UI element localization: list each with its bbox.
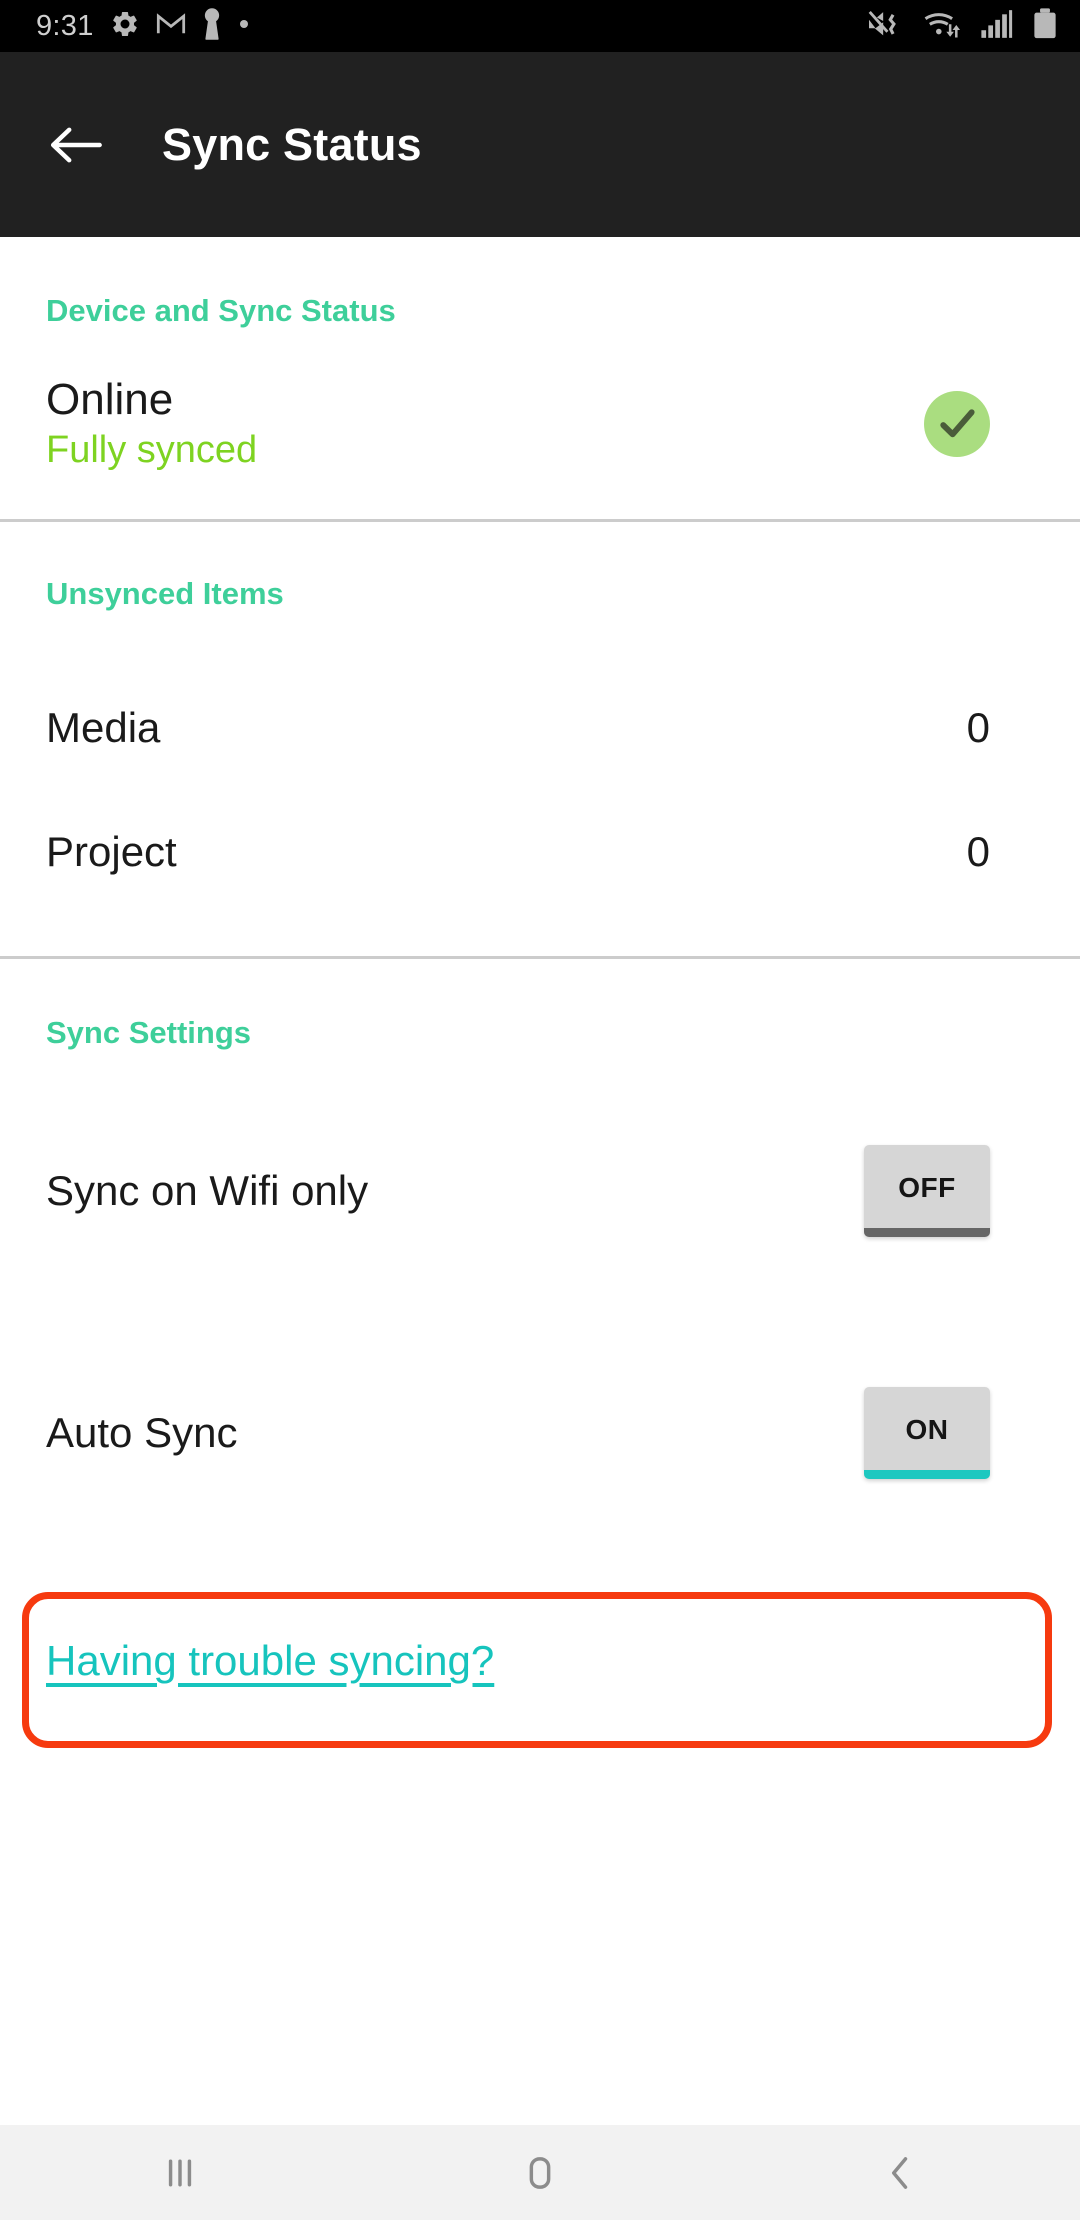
toggle-state-bar-on bbox=[864, 1470, 990, 1479]
sync-on-wifi-only-toggle[interactable]: OFF bbox=[864, 1145, 990, 1237]
unsynced-project-label: Project bbox=[46, 828, 177, 876]
toggle-state-bar-off bbox=[864, 1228, 990, 1237]
wifi-transfer-icon bbox=[922, 7, 964, 46]
dot-icon bbox=[238, 17, 250, 35]
row-unsynced-media[interactable]: Media 0 bbox=[0, 666, 1080, 790]
sync-on-wifi-only-toggle-label: OFF bbox=[898, 1172, 956, 1204]
back-arrow-icon[interactable] bbox=[44, 113, 108, 177]
keyhole-icon bbox=[202, 8, 222, 45]
gmail-icon bbox=[156, 11, 186, 42]
battery-icon bbox=[1032, 7, 1058, 46]
row-sync-on-wifi-only[interactable]: Sync on Wifi only OFF bbox=[0, 1119, 1080, 1263]
status-bar: 9:31 bbox=[0, 0, 1080, 52]
unsynced-media-label: Media bbox=[46, 704, 160, 752]
home-icon[interactable] bbox=[465, 2125, 615, 2220]
having-trouble-syncing-link[interactable]: Having trouble syncing? bbox=[46, 1637, 494, 1685]
row-auto-sync[interactable]: Auto Sync ON bbox=[0, 1361, 1080, 1505]
settings-gear-icon bbox=[110, 9, 140, 44]
mute-vibrate-icon bbox=[866, 7, 906, 46]
unsynced-media-count: 0 bbox=[967, 704, 990, 752]
auto-sync-toggle[interactable]: ON bbox=[864, 1387, 990, 1479]
sync-on-wifi-only-label: Sync on Wifi only bbox=[46, 1167, 368, 1215]
page-title: Sync Status bbox=[162, 119, 422, 171]
recents-icon[interactable] bbox=[105, 2125, 255, 2220]
status-bar-right-group bbox=[866, 7, 1058, 46]
status-bar-clock: 9:31 bbox=[36, 10, 94, 43]
back-icon[interactable] bbox=[825, 2125, 975, 2220]
online-status-texts: Online Fully synced bbox=[46, 377, 257, 471]
system-navigation-bar bbox=[0, 2125, 1080, 2220]
online-status-title: Online bbox=[46, 377, 257, 423]
settings-content: Device and Sync Status Online Fully sync… bbox=[0, 237, 1080, 2125]
green-check-circle-icon bbox=[924, 391, 990, 457]
trouble-link-container: Having trouble syncing? bbox=[0, 1505, 1080, 1685]
unsynced-project-count: 0 bbox=[967, 828, 990, 876]
section-header-sync-settings: Sync Settings bbox=[0, 959, 1080, 1051]
auto-sync-label: Auto Sync bbox=[46, 1409, 237, 1457]
section-header-device-status: Device and Sync Status bbox=[0, 237, 1080, 329]
app-bar: Sync Status bbox=[0, 52, 1080, 237]
row-online-status[interactable]: Online Fully synced bbox=[0, 329, 1080, 519]
online-status-subtitle: Fully synced bbox=[46, 431, 257, 471]
status-bar-left-group: 9:31 bbox=[36, 8, 250, 45]
row-unsynced-project[interactable]: Project 0 bbox=[0, 790, 1080, 914]
auto-sync-toggle-label: ON bbox=[906, 1414, 949, 1446]
section-header-unsynced-items: Unsynced Items bbox=[0, 522, 1080, 612]
cellular-signal-icon bbox=[980, 7, 1016, 46]
